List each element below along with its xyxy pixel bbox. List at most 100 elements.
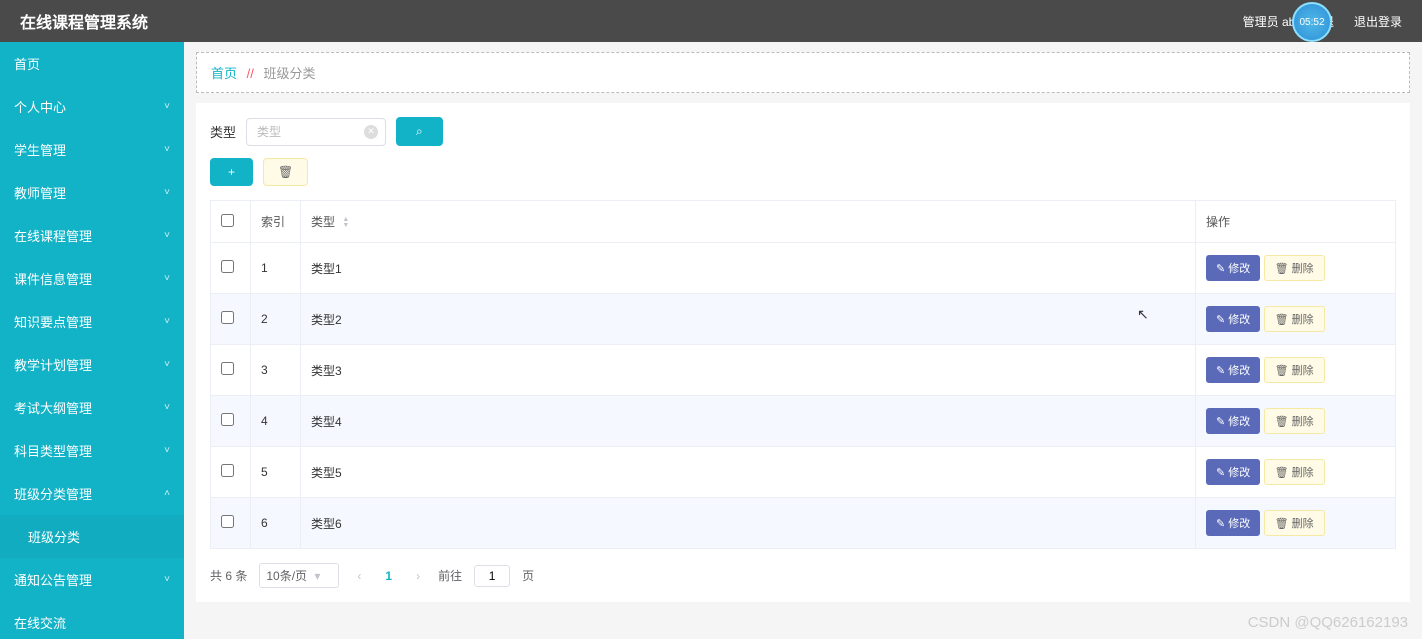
edit-icon: ✎ [1216,518,1225,530]
current-page[interactable]: 1 [379,569,398,583]
edit-button[interactable]: ✎ 修改 [1206,408,1260,434]
delete-button[interactable]: 🗑 删除 [1264,510,1325,536]
filter-input-wrap: ✕ [246,118,386,146]
batch-delete-button[interactable]: 🗑 [263,158,308,186]
chevron-down-icon: ˅ [164,273,170,284]
row-checkbox[interactable] [221,413,234,426]
sidebar-item[interactable]: 首页 [0,42,184,85]
edit-button[interactable]: ✎ 修改 [1206,255,1260,281]
row-type: 类型4 [301,396,1196,447]
row-index: 3 [251,345,301,396]
delete-button[interactable]: 🗑 删除 [1264,255,1325,281]
row-checkbox[interactable] [221,515,234,528]
search-button[interactable]: ⌕ [396,117,443,146]
content-panel: 类型 ✕ ⌕ + 🗑 [196,103,1410,602]
select-all-checkbox[interactable] [221,214,234,227]
header-bar: 在线课程管理系统 管理员 abo 退 退出登录 05:52 [0,0,1422,42]
next-page[interactable]: › [410,569,426,583]
pagesize-select[interactable]: 10条/页 ▾ [259,563,339,588]
chevron-down-icon: ˅ [164,144,170,155]
sidebar-item[interactable]: 科目类型管理˅ [0,429,184,472]
chevron-down-icon: ˅ [164,359,170,370]
chevron-down-icon: ˅ [164,187,170,198]
sidebar-item[interactable]: 知识要点管理˅ [0,300,184,343]
search-icon: ⌕ [416,124,423,139]
header-type-label: 类型 [311,215,335,229]
row-checkbox[interactable] [221,260,234,273]
sidebar-item-label: 知识要点管理 [14,312,92,331]
pagination: 共 6 条 10条/页 ▾ ‹ 1 › 前往 页 [210,563,1396,588]
table-row: 2类型2✎ 修改 🗑 删除 [211,294,1396,345]
sidebar-item[interactable]: 在线课程管理˅ [0,214,184,257]
edit-button[interactable]: ✎ 修改 [1206,357,1260,383]
breadcrumb-home[interactable]: 首页 [211,66,237,81]
sidebar-subitem[interactable]: 班级分类 [0,515,184,558]
breadcrumb-current: 班级分类 [264,66,316,81]
sidebar-item[interactable]: 个人中心 ˅ [0,85,184,128]
timer-badge: 05:52 [1292,2,1332,42]
main-content: 首页 // 班级分类 类型 ✕ ⌕ + 🗑 [184,42,1422,639]
chevron-up-icon: ˄ [164,488,170,499]
total-text: 共 6 条 [210,567,247,584]
table-row: 6类型6✎ 修改 🗑 删除 [211,498,1396,549]
row-checkbox[interactable] [221,311,234,324]
filter-label: 类型 [210,122,236,141]
trash-icon: 🗑 [1275,467,1289,479]
row-index: 6 [251,498,301,549]
logout-link[interactable]: 退出登录 [1354,13,1402,30]
sidebar-item-label: 在线交流 [14,613,66,632]
chevron-down-icon: ˅ [164,101,170,112]
sidebar-item-label: 教师管理 [14,183,66,202]
edit-icon: ✎ [1216,416,1225,428]
sidebar-item[interactable]: 学生管理 ˅ [0,128,184,171]
prev-page[interactable]: ‹ [351,569,367,583]
trash-icon: 🗑 [1275,518,1289,530]
row-index: 1 [251,243,301,294]
edit-button[interactable]: ✎ 修改 [1206,459,1260,485]
chevron-down-icon: ˅ [164,230,170,241]
header-checkbox-cell [211,201,251,243]
trash-icon: 🗑 [1275,263,1289,275]
sidebar-item-label: 教学计划管理 [14,355,92,374]
header-type[interactable]: 类型 ▲▼ [301,201,1196,243]
sidebar-item[interactable]: 教学计划管理 ˅ [0,343,184,386]
goto-page-input[interactable] [474,565,510,587]
sidebar-item[interactable]: 考试大纲管理˅ [0,386,184,429]
sidebar-item[interactable]: 教师管理 ˅ [0,171,184,214]
edit-button[interactable]: ✎ 修改 [1206,306,1260,332]
chevron-down-icon: ˅ [164,445,170,456]
clear-icon[interactable]: ✕ [364,125,378,139]
sort-icon: ▲▼ [342,217,349,229]
action-row: + 🗑 [210,158,1396,186]
goto-prefix: 前往 [438,567,462,584]
delete-button[interactable]: 🗑 删除 [1264,306,1325,332]
sidebar: 首页个人中心˅学生管理˅教师管理˅在线课程管理˅课件信息管理˅知识要点管理˅教学… [0,42,184,639]
table-row: 4类型4 ✎ 修改 🗑 删除 [211,396,1396,447]
row-checkbox[interactable] [221,362,234,375]
sidebar-item-label: 个人中心 [14,97,66,116]
delete-button[interactable]: 🗑 删除 [1264,408,1325,434]
edit-icon: ✎ [1216,314,1225,326]
row-type: 类型2 [301,294,1196,345]
delete-button[interactable]: 🗑 删除 [1264,459,1325,485]
table-row: 5类型5✎ 修改 🗑 删除 [211,447,1396,498]
delete-button[interactable]: 🗑 删除 [1264,357,1325,383]
edit-button[interactable]: ✎ 修改 [1206,510,1260,536]
header-action: 操作 [1196,201,1396,243]
data-table: 索引 类型 ▲▼ 操作 1类型1✎ 修改 🗑 删除2类型2✎ 修改 🗑 删除3类… [210,200,1396,549]
chevron-down-icon: ˅ [164,574,170,585]
sidebar-item-label: 课件信息管理 [14,269,92,288]
sidebar-item[interactable]: 在线交流 [0,601,184,639]
row-type: 类型1 [301,243,1196,294]
sidebar-item[interactable]: 课件信息管理 ˅ [0,257,184,300]
chevron-down-icon: ˅ [164,402,170,413]
add-button[interactable]: + [210,158,253,186]
sidebar-item[interactable]: 通知公告管理 ˅ [0,558,184,601]
sidebar-item[interactable]: 班级分类管理˄ [0,472,184,515]
sidebar-item-label: 通知公告管理 [14,570,92,589]
filter-row: 类型 ✕ ⌕ [210,117,1396,146]
sidebar-item-label: 学生管理 [14,140,66,159]
table-row: 3类型3✎ 修改 🗑 删除 [211,345,1396,396]
row-index: 4 [251,396,301,447]
row-checkbox[interactable] [221,464,234,477]
